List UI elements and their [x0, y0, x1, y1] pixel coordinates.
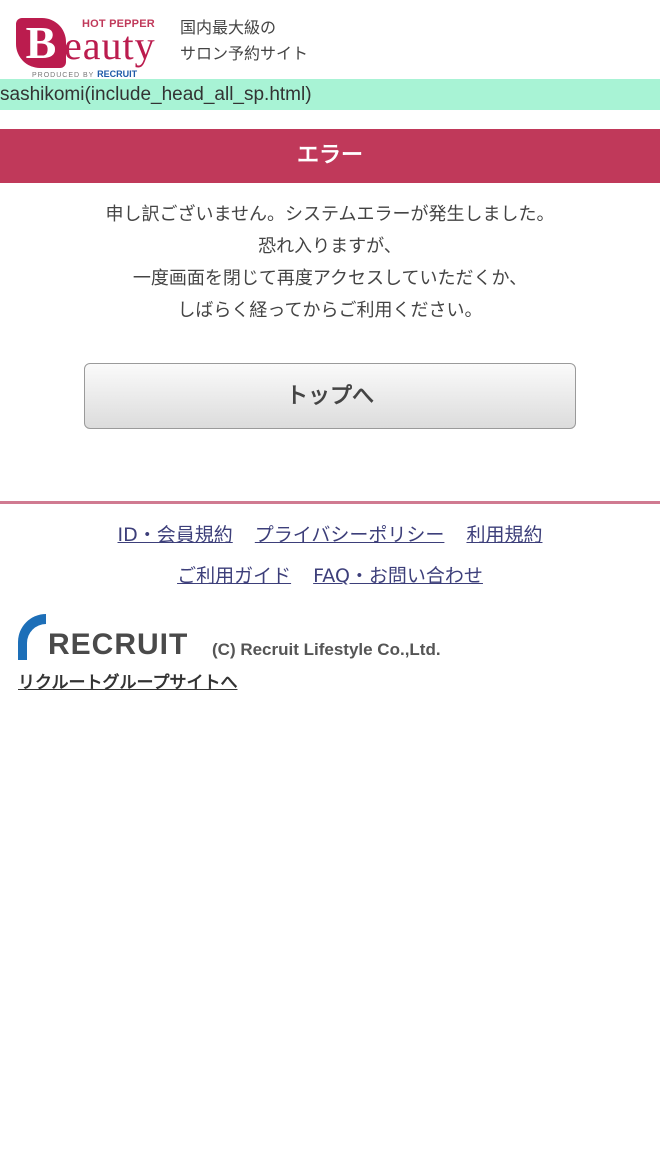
member-terms-link[interactable]: ID・会員規約	[118, 524, 233, 546]
hotpepper-beauty-logo[interactable]: HOT PEPPER B eauty PRODUCED BY RECRUIT	[16, 14, 176, 80]
usage-guide-link[interactable]: ご利用ガイド	[177, 565, 291, 587]
tagline-line2: サロン予約サイト	[180, 44, 309, 63]
privacy-policy-link[interactable]: プライバシーポリシー	[255, 524, 445, 546]
error-message: 申し訳ございません。システムエラーが発生しました。 恐れ入りますが、 一度画面を…	[0, 199, 660, 327]
footer-links-row1: ID・会員規約 プライバシーポリシー 利用規約	[0, 520, 660, 547]
footer-links-row2: ご利用ガイド FAQ・お問い合わせ	[0, 561, 660, 588]
logo-eauty-text: eauty	[64, 23, 156, 68]
site-tagline: 国内最大級の サロン予約サイト	[180, 15, 308, 67]
site-header: HOT PEPPER B eauty PRODUCED BY RECRUIT 国…	[0, 0, 660, 79]
sashikomi-include-banner: sashikomi(include_head_all_sp.html)	[0, 79, 660, 110]
top-page-button[interactable]: トップへ	[84, 363, 576, 429]
footer-divider	[0, 501, 660, 504]
faq-contact-link[interactable]: FAQ・お問い合わせ	[313, 565, 483, 587]
error-message-line: 一度画面を閉じて再度アクセスしていただくか、	[132, 268, 528, 289]
recruit-group-site-link[interactable]: リクルートグループサイトへ	[18, 668, 237, 693]
logo-b-mark: B	[16, 18, 66, 68]
error-message-line: しばらく経ってからご利用ください。	[177, 300, 483, 321]
recruit-logo-text: RECRUIT	[48, 628, 189, 661]
recruit-logo: RECRUIT	[18, 614, 203, 666]
error-message-line: 恐れ入りますが、	[258, 236, 402, 257]
error-message-line: 申し訳ございません。システムエラーが発生しました。	[105, 204, 555, 225]
copyright-text: (C) Recruit Lifestyle Co.,Ltd.	[212, 640, 441, 659]
tagline-line1: 国内最大級の	[180, 18, 277, 37]
error-title-bar: エラー	[0, 129, 660, 183]
logo-produced-by: PRODUCED BY RECRUIT	[32, 69, 138, 79]
terms-of-use-link[interactable]: 利用規約	[466, 524, 542, 546]
